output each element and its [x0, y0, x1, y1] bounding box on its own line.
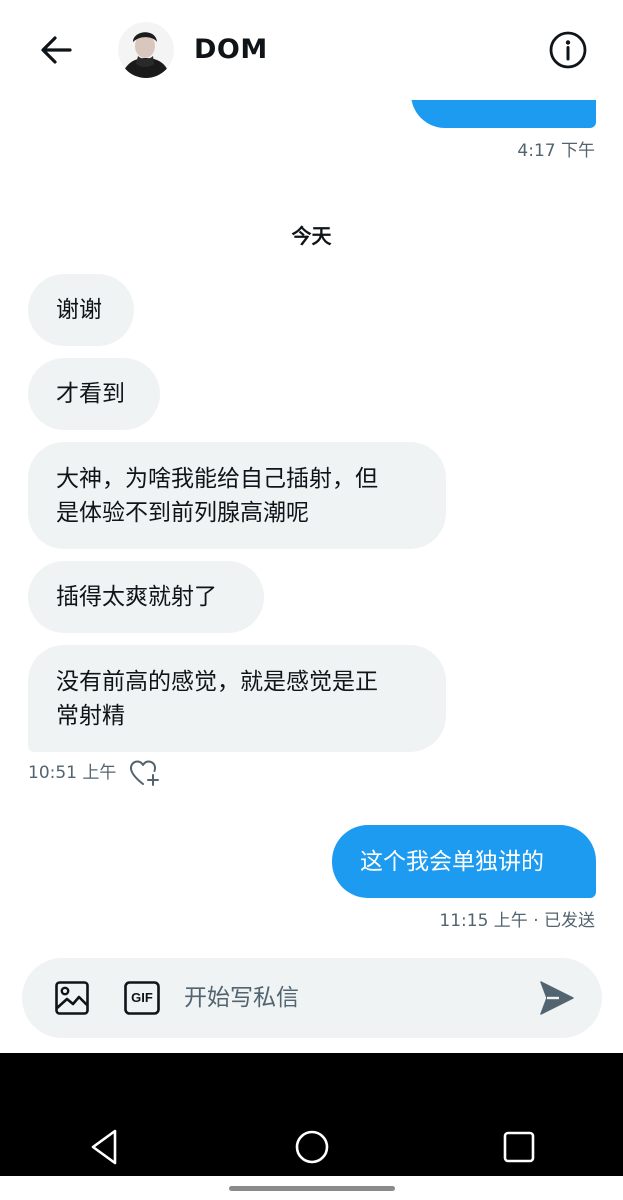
message-bubble-incoming[interactable]: 谢谢 — [28, 274, 134, 346]
message-bubble-incoming[interactable]: 大神，为啥我能给自己插射，但 是体验不到前列腺高潮呢 — [28, 442, 446, 549]
message-input[interactable]: 开始写私信 — [184, 982, 299, 1014]
message-bubble-incoming[interactable]: 才看到 — [28, 358, 160, 430]
message-bubble-incoming[interactable]: 插得太爽就射了 — [28, 561, 264, 633]
gif-label: GIF — [131, 990, 153, 1005]
conversation-area: 4:17 下午 今天 谢谢 才看到 大神，为啥我能给自己插射，但 是体验不到前列… — [0, 0, 623, 1055]
arrow-left-icon — [41, 36, 72, 64]
gif-icon[interactable]: GIF — [123, 980, 161, 1016]
triangle-back-icon — [91, 1129, 117, 1165]
message-composer: GIF 开始写私信 — [22, 958, 602, 1038]
nav-recents-button[interactable] — [499, 1125, 539, 1169]
info-icon — [549, 31, 587, 69]
message-bubble-incoming[interactable]: 没有前高的感觉，就是感觉是正 常射精 — [28, 645, 446, 752]
home-indicator-area — [0, 1176, 623, 1200]
circle-home-icon — [295, 1130, 329, 1164]
nav-home-button[interactable] — [290, 1125, 334, 1169]
nav-back-button[interactable] — [84, 1125, 124, 1169]
send-icon[interactable] — [537, 978, 577, 1018]
square-recents-icon — [503, 1131, 535, 1163]
image-icon[interactable] — [54, 980, 90, 1016]
message-bubble-outgoing[interactable]: 这个我会单独讲的 — [332, 825, 596, 898]
home-indicator[interactable] — [229, 1186, 395, 1191]
like-heart-icon[interactable] — [128, 758, 160, 788]
avatar[interactable] — [118, 22, 174, 78]
message-status: 11:15 上午 · 已发送 — [439, 911, 595, 931]
contact-name[interactable]: DOM — [194, 30, 268, 70]
day-separator: 今天 — [291, 224, 332, 248]
message-timestamp: 4:17 下午 — [517, 141, 595, 161]
message-timestamp: 10:51 上午 — [28, 763, 117, 783]
info-button[interactable] — [546, 28, 590, 72]
conversation-header: DOM — [0, 0, 623, 100]
back-button[interactable] — [36, 30, 76, 70]
